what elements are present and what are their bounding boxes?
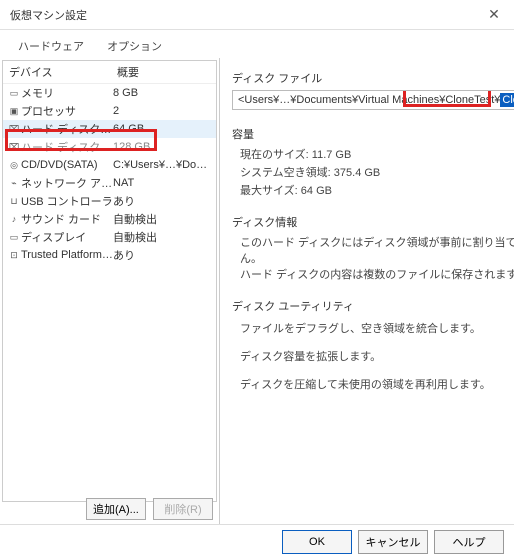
- diskinfo-title: ディスク情報: [232, 214, 514, 230]
- device-icon: ▣: [7, 105, 21, 117]
- capacity-current: 現在のサイズ: 11.7 GB: [240, 146, 514, 162]
- device-value: 自動検出: [113, 229, 212, 245]
- device-icon: ⊔: [7, 195, 21, 207]
- device-value: 128 GB: [113, 141, 212, 153]
- utilities-title: ディスク ユーティリティ: [232, 298, 514, 314]
- device-label: メモリ: [21, 85, 113, 101]
- path-selected: CloneTest.vmdk: [500, 93, 514, 107]
- ok-button[interactable]: OK: [282, 530, 352, 554]
- hw-row[interactable]: ♪サウンド カード自動検出: [3, 210, 216, 228]
- device-icon: ▭: [7, 231, 21, 243]
- device-label: サウンド カード: [21, 211, 113, 227]
- hw-row[interactable]: ⊡Trusted Platform M…あり: [3, 246, 216, 264]
- device-value: 自動検出: [113, 211, 212, 227]
- compress-text: ディスクを圧縮して未使用の領域を再利用します。: [240, 376, 514, 392]
- device-value: 2: [113, 105, 212, 117]
- tab-options[interactable]: オプション: [97, 34, 172, 58]
- remove-button: 削除(R): [153, 498, 213, 520]
- expand-text: ディスク容量を拡張します。: [240, 348, 514, 364]
- device-value: あり: [113, 247, 212, 263]
- device-label: CD/DVD(SATA): [21, 159, 113, 171]
- defrag-text: ファイルをデフラグし、空き領域を統合します。: [240, 320, 514, 336]
- hw-row[interactable]: ⊔USB コントローラあり: [3, 192, 216, 210]
- capacity-free: システム空き領域: 375.4 GB: [240, 164, 514, 180]
- device-icon: ⌧: [7, 123, 21, 135]
- col-device: デバイス: [3, 61, 111, 83]
- device-label: USB コントローラ: [21, 193, 113, 209]
- add-button[interactable]: 追加(A)...: [86, 498, 146, 520]
- device-icon: ▭: [7, 87, 21, 99]
- help-button[interactable]: ヘルプ: [434, 530, 504, 554]
- device-label: ディスプレイ: [21, 229, 113, 245]
- device-icon: ◎: [7, 159, 21, 171]
- device-icon: ⌁: [7, 177, 21, 189]
- hw-row[interactable]: ⌧ハード ディスク(NVMe)64 GB: [3, 120, 216, 138]
- device-icon: ⌧: [7, 141, 21, 153]
- close-icon[interactable]: ✕: [484, 6, 504, 23]
- window-title: 仮想マシン設定: [10, 7, 484, 23]
- tab-bar: ハードウェア オプション: [0, 30, 514, 58]
- hw-row[interactable]: ▭メモリ8 GB: [3, 84, 216, 102]
- device-label: Trusted Platform M…: [21, 249, 113, 261]
- device-value: C:¥Users¥…¥Downloads¥cl…: [113, 159, 212, 171]
- hw-row[interactable]: ▭ディスプレイ自動検出: [3, 228, 216, 246]
- device-value: NAT: [113, 177, 212, 189]
- device-label: ネットワーク アダプタ: [21, 175, 113, 191]
- cancel-button[interactable]: キャンセル: [358, 530, 428, 554]
- col-summary: 概要: [111, 61, 216, 83]
- disk-file-title: ディスク ファイル: [232, 70, 514, 86]
- hw-row[interactable]: ⌁ネットワーク アダプタNAT: [3, 174, 216, 192]
- highlight-box-2: [403, 90, 491, 107]
- device-icon: ♪: [7, 213, 21, 225]
- capacity-title: 容量: [232, 126, 514, 142]
- device-label: プロセッサ: [21, 103, 113, 119]
- device-label: ハード ディスク 2(NVM…: [21, 139, 113, 155]
- hw-row[interactable]: ▣プロセッサ2: [3, 102, 216, 120]
- disk-file-path[interactable]: <Users¥…¥Documents¥Virtual Machines¥Clon…: [232, 90, 514, 110]
- dialog-footer: OK キャンセル ヘルプ: [0, 524, 514, 558]
- diskinfo-line1: このハード ディスクにはディスク領域が事前に割り当てられていません。: [240, 234, 514, 266]
- device-icon: ⊡: [7, 249, 21, 261]
- device-value: 64 GB: [113, 123, 212, 135]
- capacity-max: 最大サイズ: 64 GB: [240, 182, 514, 198]
- settings-panel: ディスク ファイル <Users¥…¥Documents¥Virtual Mac…: [220, 58, 514, 524]
- device-value: 8 GB: [113, 87, 212, 99]
- device-label: ハード ディスク(NVMe): [21, 121, 113, 137]
- diskinfo-line2: ハード ディスクの内容は複数のファイルに保存されます。: [240, 266, 514, 282]
- device-value: あり: [113, 193, 212, 209]
- hardware-panel: デバイス 概要 ▭メモリ8 GB▣プロセッサ2⌧ハード ディスク(NVMe)64…: [0, 58, 220, 524]
- hw-row[interactable]: ◎CD/DVD(SATA)C:¥Users¥…¥Downloads¥cl…: [3, 156, 216, 174]
- tab-hardware[interactable]: ハードウェア: [8, 34, 94, 58]
- hw-row[interactable]: ⌧ハード ディスク 2(NVM…128 GB: [3, 138, 216, 156]
